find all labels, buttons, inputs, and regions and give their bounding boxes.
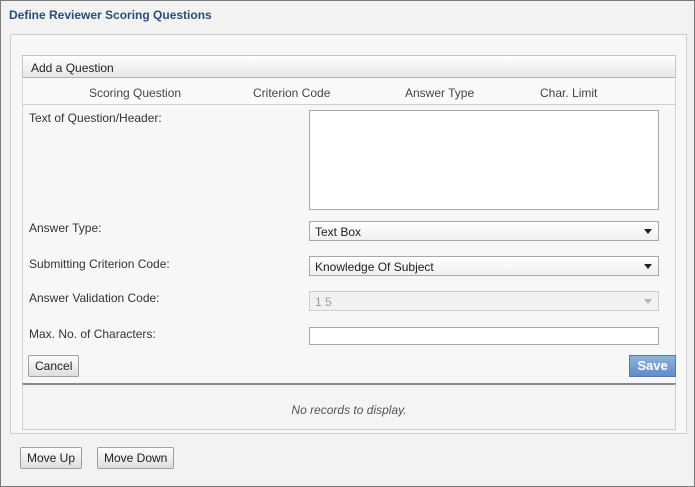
criterion-code-label: Submitting Criterion Code: [29,257,170,271]
question-textarea[interactable] [309,110,659,210]
section-header: Add a Question [22,55,676,78]
column-header-char-limit[interactable]: Char. Limit [540,86,597,100]
question-label: Text of Question/Header: [29,111,162,125]
criterion-code-value: Knowledge Of Subject [315,260,434,274]
column-header-answer-type[interactable]: Answer Type [405,86,474,100]
max-chars-label: Max. No. of Characters: [29,327,156,341]
column-header-criterion-code[interactable]: Criterion Code [253,86,330,100]
section-title: Add a Question [31,61,114,75]
save-button[interactable]: Save [629,355,676,377]
validation-code-select: 1 5 [309,291,659,311]
page-title: Define Reviewer Scoring Questions [9,8,212,22]
dropdown-arrow-icon [644,264,652,269]
column-header-scoring-question[interactable]: Scoring Question [89,86,181,100]
dialog-frame: Define Reviewer Scoring Questions Add a … [0,0,695,487]
move-down-button[interactable]: Move Down [97,447,175,469]
answer-type-label: Answer Type: [29,221,102,235]
dropdown-arrow-icon [644,229,652,234]
question-form: Text of Question/Header: Answer Type: Te… [22,105,676,383]
max-chars-input[interactable] [309,327,659,345]
no-records-message: No records to display. [291,403,407,417]
validation-code-value: 1 5 [315,295,332,309]
validation-code-label: Answer Validation Code: [29,291,160,305]
criterion-code-select[interactable]: Knowledge Of Subject [309,256,659,276]
answer-type-select[interactable]: Text Box [309,221,659,241]
column-headers: Scoring Question Criterion Code Answer T… [22,79,676,105]
move-up-button[interactable]: Move Up [20,447,83,469]
dropdown-arrow-icon [644,299,652,304]
records-table: No records to display. [22,383,676,430]
question-panel: Add a Question Scoring Question Criterio… [10,34,687,434]
answer-type-value: Text Box [315,225,362,239]
cancel-button[interactable]: Cancel [28,355,80,377]
